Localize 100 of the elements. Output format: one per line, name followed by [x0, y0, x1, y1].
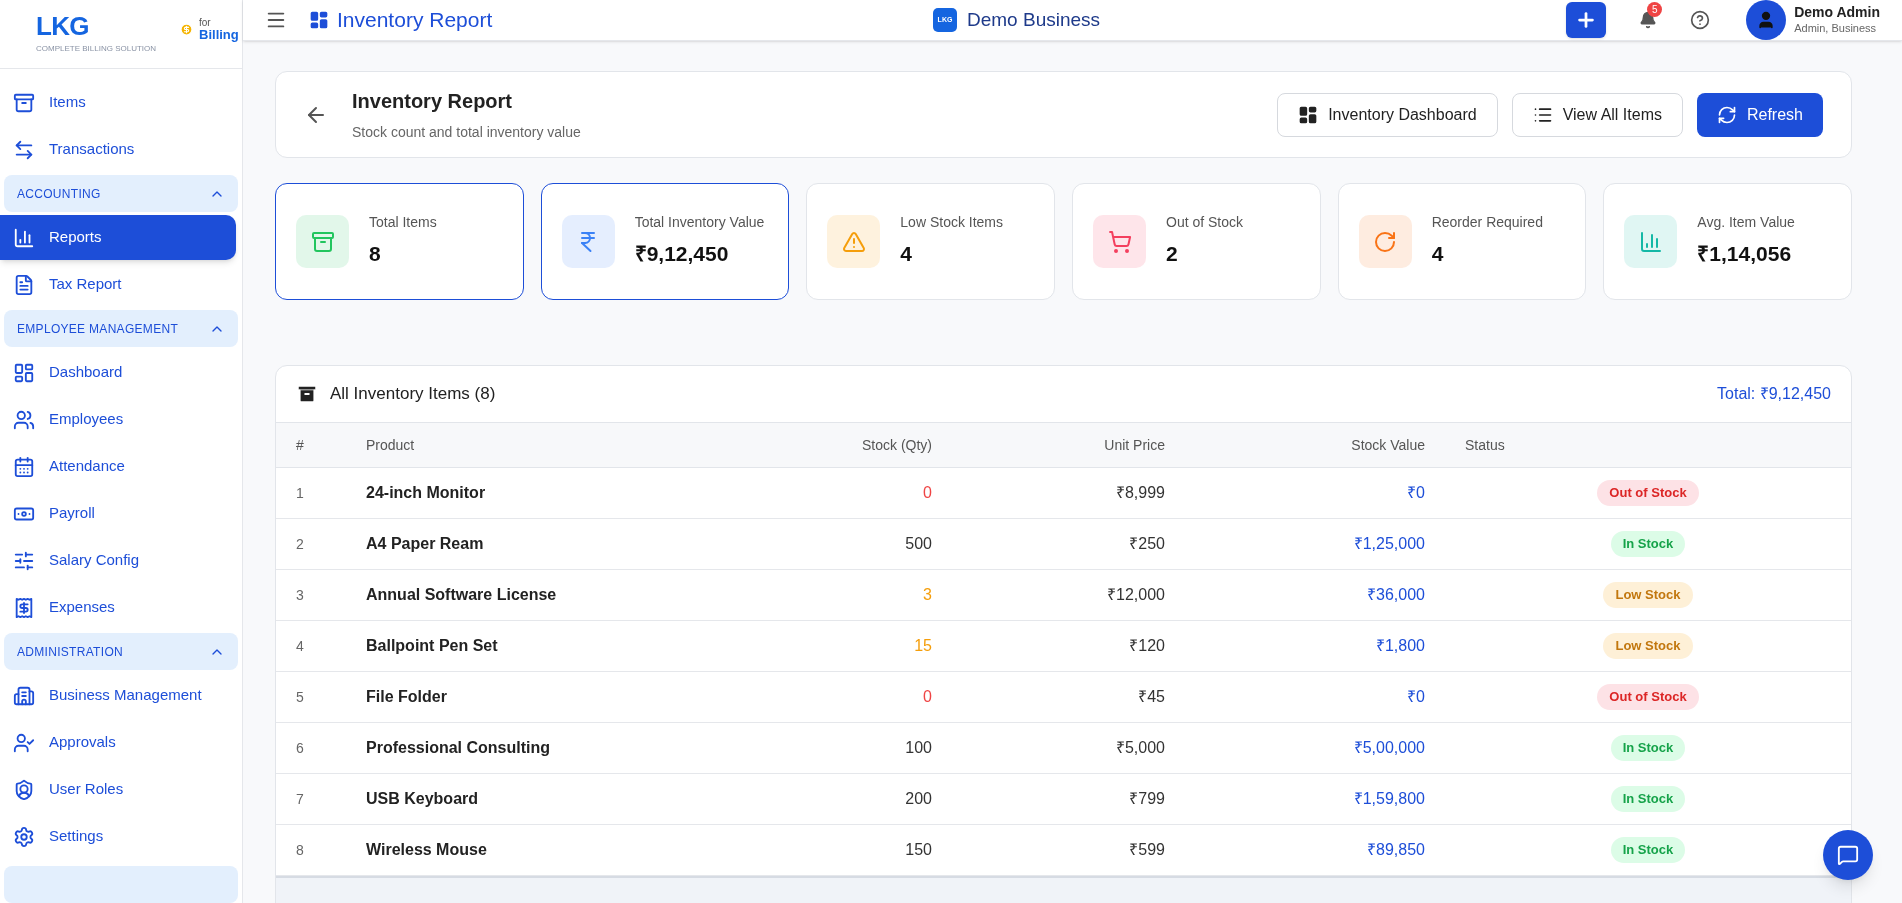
stock-qty: 0	[922, 483, 933, 503]
stat-value: 4	[900, 240, 913, 267]
add-button[interactable]	[1566, 2, 1607, 38]
stock-value: ₹1,25,000	[1352, 534, 1426, 554]
unit-price: ₹45	[1137, 687, 1166, 707]
column-header: Unit Price	[1103, 435, 1166, 455]
stat-value: 8	[369, 240, 382, 267]
sidebar-item[interactable]: Attendance	[0, 444, 242, 489]
status-badge: Low Stock	[1603, 633, 1693, 659]
stat-value: 4	[1431, 240, 1445, 267]
sidebar-item[interactable]: Reports	[0, 215, 236, 260]
sliders-icon	[13, 549, 35, 572]
report-title: Inventory Report	[352, 89, 514, 114]
product-name: A4 Paper Ream	[365, 534, 485, 554]
building-icon	[13, 684, 35, 707]
help-icon[interactable]	[1690, 10, 1711, 30]
sidebar-item[interactable]: Settings	[0, 814, 242, 859]
archive-icon	[310, 229, 335, 254]
table-cell-text: 2	[295, 534, 305, 554]
stat-value: 2	[1166, 240, 1179, 267]
status-badge: Low Stock	[1603, 582, 1693, 608]
sidebar-item[interactable]: Transactions	[0, 127, 242, 172]
cart-icon	[1107, 229, 1132, 254]
header-button[interactable]: Inventory Dashboard	[1277, 92, 1498, 137]
sidebar-section[interactable]: ACCOUNTING	[4, 175, 238, 212]
unit-price: ₹250	[1128, 534, 1166, 554]
table-cell-text: 1	[295, 483, 305, 503]
page-title: Inventory Report	[337, 7, 493, 34]
stock-qty: 100	[904, 738, 933, 758]
notification-badge: 5	[1647, 2, 1663, 17]
sidebar-item[interactable]: Employees	[0, 397, 242, 442]
sidebar-item[interactable]: Tax Report	[0, 262, 242, 307]
table-cell-text: 7	[295, 789, 305, 809]
dashboard-icon	[1298, 104, 1319, 125]
sidebar-item[interactable]: Payroll	[0, 491, 242, 536]
column-header: Stock (Qty)	[861, 435, 933, 455]
business-name: Demo Business	[967, 7, 1101, 32]
stock-qty: 3	[922, 585, 933, 605]
table-cell-text: 3	[295, 585, 305, 605]
column-header: Product	[365, 435, 416, 455]
sidebar-item[interactable]: User Roles	[0, 767, 242, 812]
sidebar-item[interactable]: Business Management	[0, 673, 242, 718]
header-button[interactable]: View All Items	[1511, 92, 1683, 137]
stock-value: ₹36,000	[1366, 585, 1426, 605]
status-badge: In Stock	[1610, 786, 1686, 812]
settings-icon	[13, 825, 35, 848]
sidebar-item[interactable]: Salary Config	[0, 538, 242, 583]
brand-logo: LKG	[36, 13, 90, 39]
stock-value: ₹1,59,800	[1352, 789, 1426, 809]
product-name: Professional Consulting	[365, 738, 551, 758]
chart-icon	[13, 226, 35, 249]
notifications-button[interactable]: 5	[1632, 4, 1665, 36]
brand-for: for	[199, 17, 212, 28]
column-header: Stock Value	[1350, 435, 1426, 455]
product-name: Ballpoint Pen Set	[365, 636, 499, 656]
column-header: Status	[1464, 435, 1506, 455]
sidebar-item[interactable]: Approvals	[0, 720, 242, 765]
column-header: #	[295, 435, 305, 455]
stock-value: ₹0	[1406, 687, 1426, 707]
sidebar-section[interactable]: EMPLOYEE MANAGEMENT	[4, 310, 238, 347]
sidebar-item[interactable]: Items	[0, 80, 242, 125]
stat-value: ₹9,12,450	[634, 240, 730, 267]
status-badge: Out of Stock	[1597, 684, 1699, 710]
stat-label: Avg. Item Value	[1697, 214, 1795, 232]
report-subtitle: Stock count and total inventory value	[352, 123, 581, 142]
coin-icon	[180, 22, 194, 36]
table-cell-text: 8	[295, 840, 305, 860]
unit-price: ₹599	[1128, 840, 1166, 860]
brand-product: Billing	[199, 27, 239, 41]
status-badge: In Stock	[1610, 735, 1686, 761]
status-badge: Out of Stock	[1597, 480, 1699, 506]
product-name: Annual Software License	[365, 585, 558, 605]
table-cell-text: 5	[295, 687, 305, 707]
dashboard-icon	[309, 10, 329, 30]
sidebar-item[interactable]: Expenses	[0, 585, 242, 630]
table-title: All Inventory Items (8)	[330, 383, 496, 406]
calendar-icon	[13, 455, 35, 478]
stock-qty: 200	[904, 789, 933, 809]
chat-button[interactable]	[1823, 830, 1873, 880]
sidebar-item[interactable]: Dashboard	[0, 350, 242, 395]
table-total: Total: ₹9,12,450	[1717, 384, 1831, 404]
receipt-icon	[13, 596, 35, 619]
stock-qty: 0	[922, 687, 933, 707]
refresh-icon	[1716, 104, 1737, 125]
product-name: 24-inch Monitor	[365, 483, 487, 503]
refresh-button[interactable]: Refresh	[1696, 92, 1823, 137]
status-badge: In Stock	[1610, 837, 1686, 863]
stock-value: ₹1,800	[1374, 636, 1426, 656]
unit-price: ₹120	[1128, 636, 1166, 656]
unit-price: ₹799	[1128, 789, 1166, 809]
sidebar-section[interactable]: ADMINISTRATION	[4, 633, 238, 670]
avatar[interactable]	[1746, 0, 1787, 40]
bell-icon	[1639, 11, 1658, 29]
stock-qty: 15	[913, 636, 933, 656]
document-icon	[13, 273, 35, 296]
stat-label: Total Inventory Value	[634, 214, 765, 232]
stat-label: Reorder Required	[1431, 214, 1543, 232]
stock-qty: 500	[904, 534, 933, 554]
unit-price: ₹12,000	[1106, 585, 1166, 605]
chart-icon	[1638, 229, 1663, 254]
